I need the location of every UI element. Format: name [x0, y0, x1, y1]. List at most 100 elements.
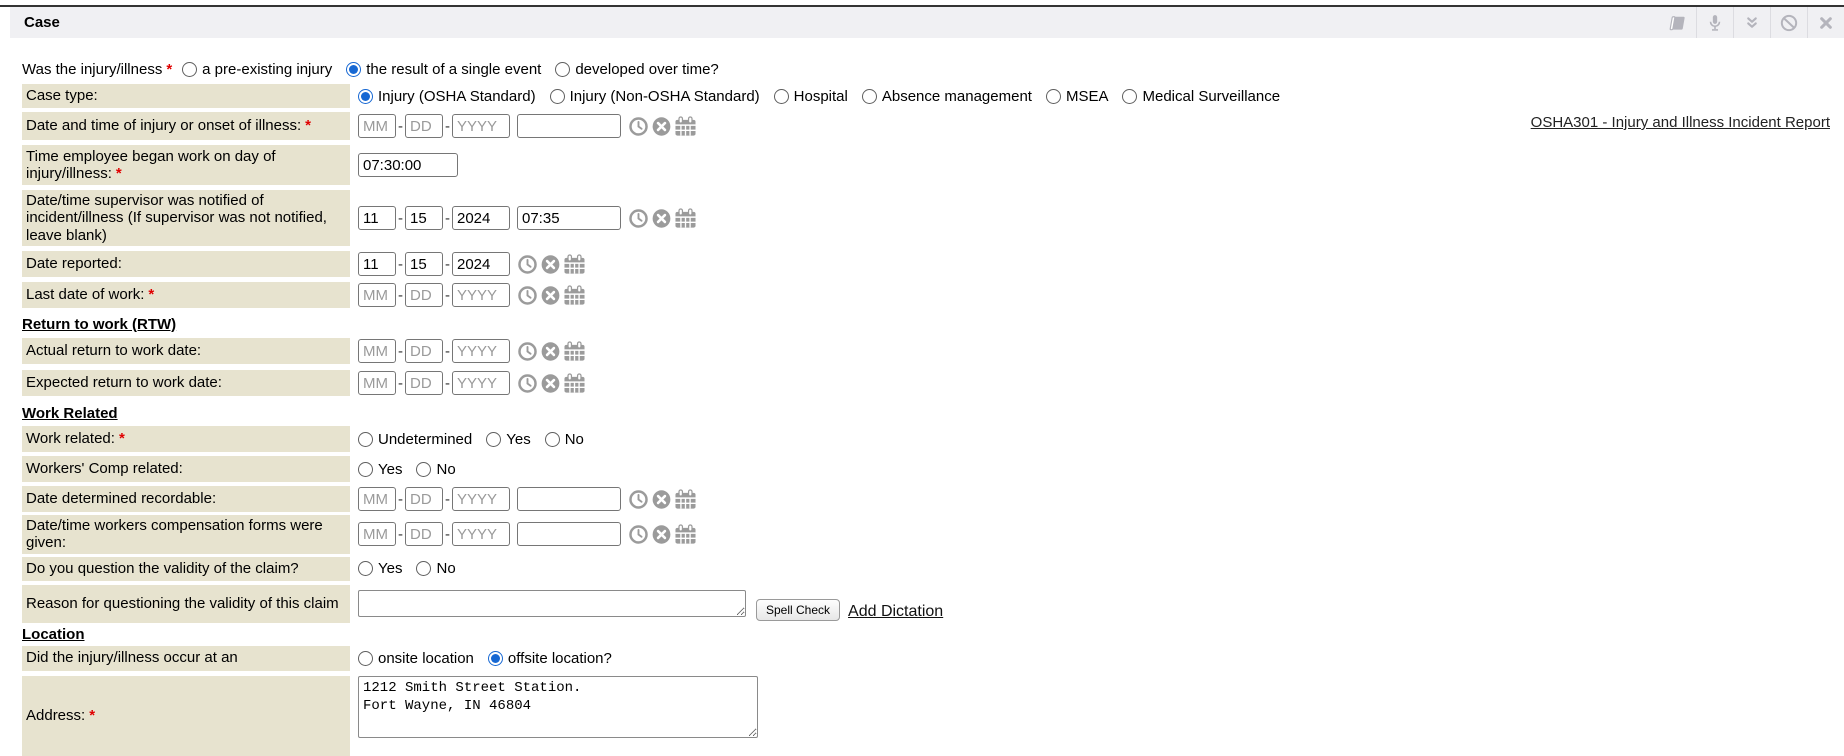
date-reported-year-input[interactable] [452, 252, 510, 276]
date-reported-month-input[interactable] [358, 252, 396, 276]
radio-work-related-no[interactable]: No [545, 431, 584, 448]
row-time-began-work: Time employee began work on day of injur… [22, 145, 1844, 185]
radio-icon[interactable] [1122, 89, 1137, 104]
microphone-icon[interactable] [1696, 7, 1733, 38]
calendar-icon[interactable] [674, 116, 697, 137]
radio-icon[interactable] [1046, 89, 1061, 104]
radio-icon[interactable] [555, 62, 570, 77]
radio-icon[interactable] [358, 561, 373, 576]
spell-check-button[interactable]: Spell Check [756, 599, 840, 621]
radio-injury-non-osha-standard[interactable]: Injury (Non-OSHA Standard) [550, 88, 760, 105]
radio-icon[interactable] [416, 561, 431, 576]
calendar-icon[interactable] [563, 373, 586, 394]
radio-absence-management[interactable]: Absence management [862, 88, 1032, 105]
radio-developed-over-time[interactable]: developed over time? [555, 61, 718, 78]
expected-rtw-year-input[interactable] [452, 371, 510, 395]
radio-icon[interactable] [358, 462, 373, 477]
actual-rtw-month-input[interactable] [358, 339, 396, 363]
radio-comp-yes[interactable]: Yes [358, 461, 402, 478]
recordable-time-input[interactable] [517, 487, 621, 511]
radio-icon[interactable] [358, 432, 373, 447]
radio-icon[interactable] [862, 89, 877, 104]
supervisor-time-input[interactable] [517, 206, 621, 230]
calendar-icon[interactable] [674, 524, 697, 545]
address-textarea[interactable] [358, 676, 758, 738]
radio-icon[interactable] [545, 432, 560, 447]
validity-reason-textarea[interactable] [358, 590, 746, 617]
clear-icon[interactable] [540, 254, 561, 275]
radio-msea[interactable]: MSEA [1046, 88, 1109, 105]
radio-hospital[interactable]: Hospital [774, 88, 848, 105]
last-work-day-input[interactable] [405, 283, 443, 307]
radio-validity-yes[interactable]: Yes [358, 560, 402, 577]
radio-selected-icon[interactable] [358, 89, 373, 104]
close-icon[interactable] [1807, 7, 1844, 38]
radio-icon[interactable] [416, 462, 431, 477]
radio-comp-no[interactable]: No [416, 461, 455, 478]
radio-pre-existing-injury[interactable]: a pre-existing injury [182, 61, 332, 78]
recordable-year-input[interactable] [452, 487, 510, 511]
injury-date-day-input[interactable] [405, 114, 443, 138]
clock-icon[interactable] [517, 285, 538, 306]
clock-icon[interactable] [628, 489, 649, 510]
radio-icon[interactable] [182, 62, 197, 77]
radio-injury-osha-standard[interactable]: Injury (OSHA Standard) [358, 88, 536, 105]
clear-icon[interactable] [651, 524, 672, 545]
recordable-month-input[interactable] [358, 487, 396, 511]
clock-icon[interactable] [628, 116, 649, 137]
calendar-icon[interactable] [674, 208, 697, 229]
actual-rtw-day-input[interactable] [405, 339, 443, 363]
radio-icon[interactable] [550, 89, 565, 104]
calendar-icon[interactable] [674, 489, 697, 510]
clear-icon[interactable] [540, 373, 561, 394]
time-began-work-input[interactable] [358, 153, 458, 177]
radio-offsite-location[interactable]: offsite location? [488, 650, 612, 667]
comp-forms-year-input[interactable] [452, 522, 510, 546]
radio-single-event[interactable]: the result of a single event [346, 61, 541, 78]
radio-selected-icon[interactable] [488, 651, 503, 666]
recordable-day-input[interactable] [405, 487, 443, 511]
radio-icon[interactable] [358, 651, 373, 666]
clock-icon[interactable] [517, 341, 538, 362]
last-work-year-input[interactable] [452, 283, 510, 307]
supervisor-date-day-input[interactable] [405, 206, 443, 230]
clear-icon[interactable] [540, 285, 561, 306]
clear-icon[interactable] [651, 116, 672, 137]
comp-forms-month-input[interactable] [358, 522, 396, 546]
last-work-month-input[interactable] [358, 283, 396, 307]
comp-forms-time-input[interactable] [517, 522, 621, 546]
calendar-icon[interactable] [563, 285, 586, 306]
radio-selected-icon[interactable] [346, 62, 361, 77]
injury-date-year-input[interactable] [452, 114, 510, 138]
actual-rtw-year-input[interactable] [452, 339, 510, 363]
clock-icon[interactable] [517, 373, 538, 394]
date-separator: - [445, 526, 450, 543]
radio-medical-surveillance[interactable]: Medical Surveillance [1122, 88, 1280, 105]
comp-forms-day-input[interactable] [405, 522, 443, 546]
clock-icon[interactable] [628, 208, 649, 229]
radio-onsite-location[interactable]: onsite location [358, 650, 474, 667]
double-chevron-down-icon[interactable] [1733, 7, 1770, 38]
calendar-icon[interactable] [563, 254, 586, 275]
book-icon[interactable] [1659, 7, 1696, 38]
injury-date-month-input[interactable] [358, 114, 396, 138]
radio-work-related-yes[interactable]: Yes [486, 431, 530, 448]
ban-icon[interactable] [1770, 7, 1807, 38]
radio-icon[interactable] [774, 89, 789, 104]
radio-icon[interactable] [486, 432, 501, 447]
clear-icon[interactable] [651, 489, 672, 510]
calendar-icon[interactable] [563, 341, 586, 362]
date-reported-day-input[interactable] [405, 252, 443, 276]
radio-validity-no[interactable]: No [416, 560, 455, 577]
radio-undetermined[interactable]: Undetermined [358, 431, 472, 448]
supervisor-date-year-input[interactable] [452, 206, 510, 230]
expected-rtw-month-input[interactable] [358, 371, 396, 395]
expected-rtw-day-input[interactable] [405, 371, 443, 395]
clear-icon[interactable] [651, 208, 672, 229]
clock-icon[interactable] [517, 254, 538, 275]
clock-icon[interactable] [628, 524, 649, 545]
injury-time-input[interactable] [517, 114, 621, 138]
clear-icon[interactable] [540, 341, 561, 362]
supervisor-date-month-input[interactable] [358, 206, 396, 230]
add-dictation-link[interactable]: Add Dictation [848, 603, 943, 621]
